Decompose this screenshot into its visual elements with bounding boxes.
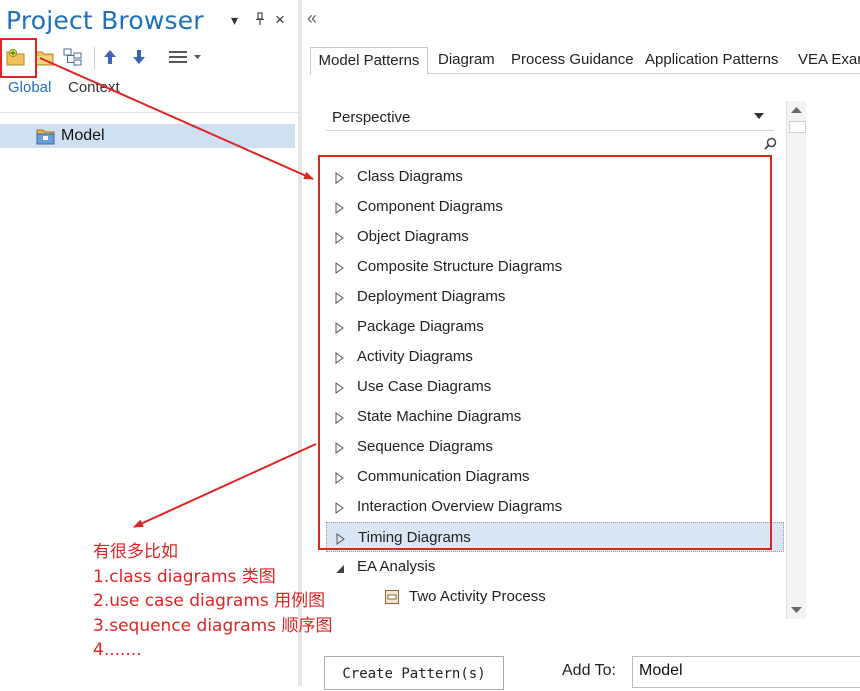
move-down-icon[interactable] [128,46,150,68]
list-item-ea-analysis[interactable]: EA Analysis [326,552,786,582]
scroll-up-icon[interactable] [787,101,806,119]
list-item-child[interactable]: Two Activity Process [326,582,786,612]
annotation-note: 有很多比如 1.class diagrams 类图 2.use case dia… [93,540,333,663]
annotation-line: 4....... [93,640,142,660]
create-pattern-button[interactable]: Create Pattern(s) [324,656,504,690]
annotation-highlight-box [318,155,772,550]
move-up-icon[interactable] [99,46,121,68]
vertical-scrollbar[interactable] [786,101,806,619]
perspective-dropdown[interactable]: Perspective [326,104,774,131]
tab-global[interactable]: Global [8,79,51,96]
pin-icon[interactable] [255,12,265,29]
pane-dropdown-icon[interactable]: ▾ [231,12,238,29]
annotation-line: 有很多比如 [93,542,178,562]
project-browser-title: Project Browser [6,6,204,35]
annotation-line: 3.sequence diagrams 顺序图 [93,615,333,636]
tab-diagram[interactable]: Diagram [438,47,495,73]
tab-model-patterns[interactable]: Model Patterns [310,47,428,75]
tab-vea-exam[interactable]: VEA Exam [798,47,860,73]
list-item-label: Two Activity Process [409,588,546,605]
search-icon[interactable] [764,137,777,155]
collapse-arrow-icon[interactable] [335,561,345,579]
annotation-line: 2.use case diagrams 用例图 [93,591,326,611]
scroll-down-icon[interactable] [787,601,806,619]
tree-item-model[interactable]: Model [0,124,295,148]
tree-item-label: Model [61,127,105,144]
perspective-label: Perspective [332,109,411,126]
add-to-field[interactable]: Model [632,656,860,688]
annotation-button-box [0,38,37,78]
package-icon [36,128,56,150]
tab-context[interactable]: Context [68,79,120,96]
tab-divider [0,112,298,113]
toolbar-separator [94,47,95,69]
tab-process-guidance[interactable]: Process Guidance [511,47,634,73]
list-item-label: EA Analysis [357,558,436,575]
activity-pattern-icon [385,590,399,609]
hierarchy-icon[interactable] [62,46,84,68]
collapse-panel-icon[interactable]: « [307,8,317,29]
add-to-label: Add To: [562,662,616,679]
scroll-thumb[interactable] [789,121,806,133]
folder-icon[interactable] [34,46,56,68]
chevron-down-icon [754,113,764,119]
add-to-value: Model [639,662,683,679]
close-icon[interactable]: × [275,10,285,30]
annotation-line: 1.class diagrams 类图 [93,566,276,587]
tab-application-patterns[interactable]: Application Patterns [645,47,778,73]
menu-icon[interactable] [166,46,206,68]
